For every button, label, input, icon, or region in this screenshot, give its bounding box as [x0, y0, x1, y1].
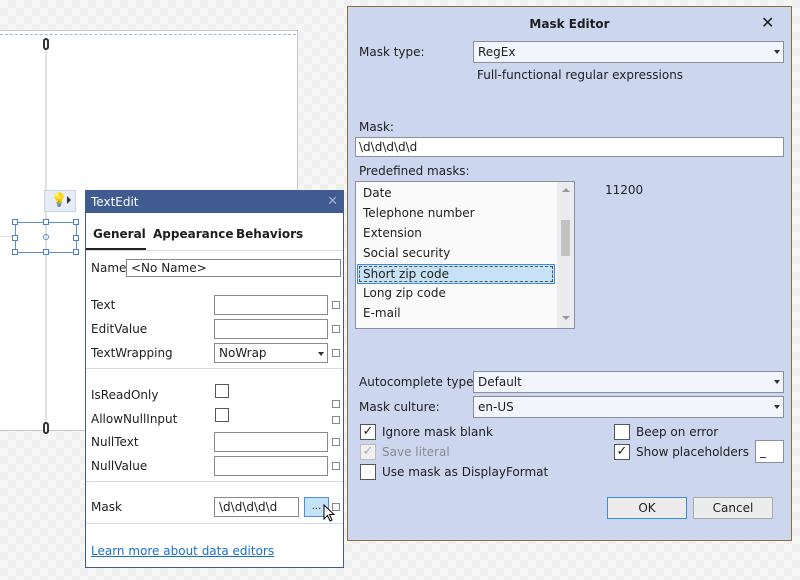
property-marker[interactable]	[332, 349, 340, 357]
culture-value: en-US	[478, 400, 514, 414]
name-label: Name	[91, 261, 127, 275]
mask-list-item[interactable]: Short zip code	[357, 264, 555, 284]
mask-list-item[interactable]: Extension	[362, 224, 554, 244]
scroll-down-icon[interactable]	[562, 316, 570, 320]
ignore-mask-blank-label: Ignore mask blank	[382, 425, 493, 439]
nullvalue-label: NullValue	[91, 459, 148, 473]
property-marker[interactable]	[332, 416, 340, 424]
textwrapping-select[interactable]: NoWrap	[214, 343, 328, 363]
isreadonly-checkbox[interactable]	[215, 384, 229, 398]
resize-grip-top[interactable]	[43, 38, 49, 50]
save-literal-checkbox[interactable]: ✓	[360, 444, 376, 460]
chevron-right-icon	[67, 196, 71, 204]
placeholder-char-input[interactable]: _	[755, 440, 784, 463]
property-marker[interactable]	[332, 325, 340, 333]
nullvalue-input[interactable]	[214, 456, 328, 476]
panel-header: TextEdit ✕	[86, 191, 343, 213]
save-literal-label: Save literal	[382, 445, 450, 459]
textedit-smart-tag-panel: TextEdit ✕ General Appearance Behaviors …	[85, 190, 344, 568]
show-placeholders-checkbox[interactable]: ✓	[614, 444, 630, 460]
mask-input[interactable]: \d\d\d\d\d	[355, 137, 784, 157]
scroll-up-icon[interactable]	[562, 188, 570, 192]
use-mask-display-format-checkbox[interactable]	[360, 464, 376, 480]
nulltext-label: NullText	[91, 435, 139, 449]
tab-behaviors[interactable]: Behaviors	[236, 227, 303, 241]
list-scrollbar[interactable]	[557, 182, 574, 328]
dropdown-arrow-icon	[774, 405, 780, 409]
dropdown-arrow-icon	[774, 50, 780, 54]
mask-input[interactable]: \d\d\d\d\d	[214, 497, 299, 517]
predefined-masks-label: Predefined masks:	[359, 164, 470, 178]
predefined-masks-list[interactable]: Date Telephone number Extension Social secu…	[355, 181, 575, 329]
tab-appearance[interactable]: Appearance	[153, 227, 234, 241]
beep-on-error-label: Beep on error	[636, 425, 719, 439]
textwrapping-label: TextWrapping	[91, 346, 173, 360]
scroll-thumb[interactable]	[561, 220, 570, 256]
mask-culture-select[interactable]: en-US	[473, 396, 784, 418]
text-input[interactable]	[214, 295, 328, 315]
learn-more-link[interactable]: Learn more about data editors	[91, 544, 274, 558]
mask-list-item[interactable]: Long zip code	[362, 284, 554, 304]
allownullinput-label: AllowNullInput	[91, 412, 178, 426]
ignore-mask-blank-checkbox[interactable]: ✓	[360, 424, 376, 440]
mask-list-item[interactable]: Telephone number	[362, 204, 554, 224]
tab-general[interactable]: General	[93, 227, 146, 241]
editvalue-label: EditValue	[91, 322, 148, 336]
selected-textedit-control[interactable]	[12, 219, 79, 255]
textwrapping-value: NoWrap	[219, 346, 267, 360]
dialog-title: Mask Editor	[529, 17, 610, 31]
mask-editor-dialog: Mask Editor ✕ Mask type: RegEx Full-func…	[347, 6, 792, 541]
mask-label: Mask:	[359, 120, 394, 134]
mask-list-item[interactable]: Date	[362, 184, 554, 204]
mask-culture-label: Mask culture:	[359, 400, 440, 414]
autocomplete-value: Default	[478, 375, 522, 389]
show-placeholders-label: Show placeholders	[636, 445, 749, 459]
mask-list-item[interactable]: Social security	[362, 244, 554, 264]
mask-preview: 11200	[605, 183, 644, 197]
panel-title: TextEdit	[91, 195, 139, 209]
close-icon[interactable]: ✕	[327, 194, 338, 209]
property-marker[interactable]	[332, 301, 340, 309]
isreadonly-label: IsReadOnly	[91, 388, 159, 402]
allownullinput-checkbox[interactable]	[215, 408, 229, 422]
lightbulb-icon: 💡	[51, 193, 68, 208]
mask-list-item[interactable]: E-mail	[362, 304, 554, 324]
property-marker[interactable]	[332, 438, 340, 446]
use-mask-display-format-label: Use mask as DisplayFormat	[382, 465, 549, 479]
mask-type-label: Mask type:	[359, 45, 425, 59]
property-marker[interactable]	[332, 462, 340, 470]
mouse-cursor-icon	[323, 504, 336, 522]
mask-type-value: RegEx	[478, 45, 516, 59]
ok-button[interactable]: OK	[607, 497, 687, 519]
mask-type-description: Full-functional regular expressions	[477, 68, 684, 82]
nulltext-input[interactable]	[214, 432, 328, 452]
property-marker[interactable]	[332, 400, 340, 408]
dropdown-arrow-icon	[318, 352, 324, 356]
close-icon[interactable]: ✕	[761, 13, 774, 32]
autocomplete-label: Autocomplete type:	[359, 375, 478, 389]
dropdown-arrow-icon	[774, 380, 780, 384]
smart-tag-button[interactable]: 💡	[44, 190, 76, 212]
text-label: Text	[91, 298, 116, 312]
mask-type-select[interactable]: RegEx	[473, 41, 784, 63]
editvalue-input[interactable]	[214, 319, 328, 339]
beep-on-error-checkbox[interactable]	[614, 424, 630, 440]
cancel-button[interactable]: Cancel	[693, 497, 773, 519]
mask-label: Mask	[91, 500, 122, 514]
resize-grip-bottom[interactable]	[43, 422, 49, 434]
name-input[interactable]: <No Name>	[126, 259, 341, 277]
autocomplete-select[interactable]: Default	[473, 371, 784, 393]
